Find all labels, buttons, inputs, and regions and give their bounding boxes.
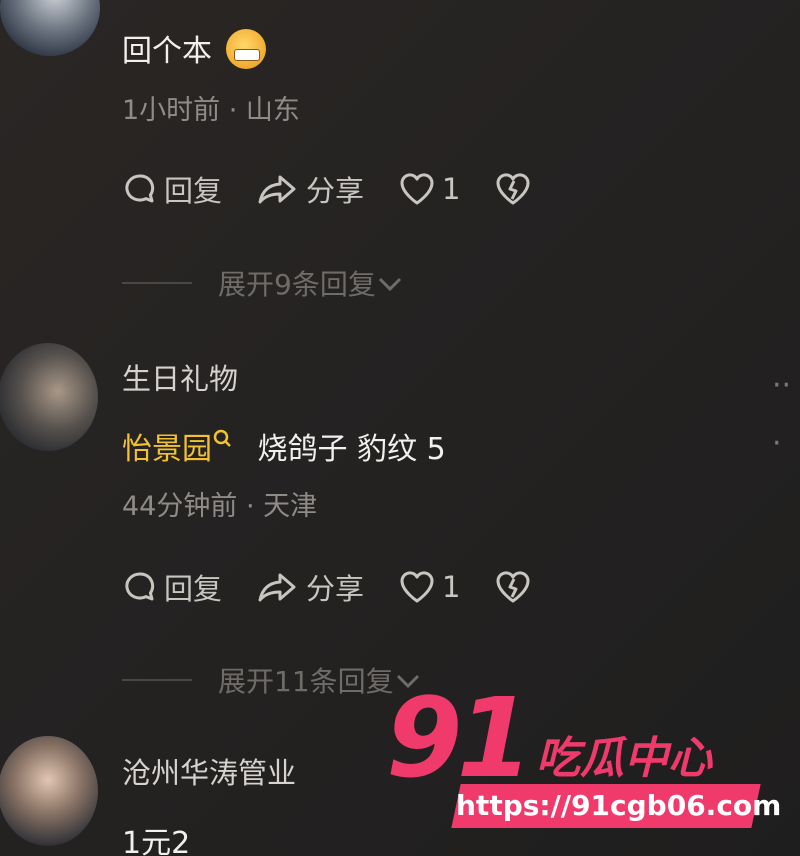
like-count: 1 xyxy=(442,570,461,604)
watermark-url-badge: https://91cgb06.com xyxy=(451,784,782,828)
comment-body: 怡景园 烧鸽子 豹纹 5 xyxy=(122,424,446,468)
comment-actions: 回复 分享 1 xyxy=(122,168,572,210)
share-button[interactable]: 分享 xyxy=(256,566,364,608)
watermark-number: 91 xyxy=(386,674,533,802)
avatar[interactable] xyxy=(0,736,98,846)
comment-bubble-icon xyxy=(125,174,155,203)
mention-link[interactable]: 怡景园 xyxy=(122,432,212,467)
watermark-text: 吃瓜中心 xyxy=(536,733,712,784)
dislike-button[interactable] xyxy=(494,569,538,605)
comment-meta: 44分钟前 · 天津 xyxy=(122,491,318,522)
comment-meta: 1小时前 · 山东 xyxy=(122,95,300,126)
share-arrow-icon xyxy=(258,175,296,204)
divider-line xyxy=(122,679,192,681)
expand-replies-button[interactable]: 展开9条回复 xyxy=(122,263,404,303)
comment-bubble-icon xyxy=(125,572,155,601)
watermark-logo: 91 吃瓜中心 https://91cgb06.com xyxy=(386,674,782,838)
avatar[interactable] xyxy=(0,0,100,56)
grin-emoji-icon xyxy=(226,28,266,69)
expand-replies-button[interactable]: 展开11条回复 xyxy=(122,660,422,700)
comment-body: 回个本 xyxy=(122,26,266,73)
dislike-button[interactable] xyxy=(494,171,538,207)
reply-button[interactable]: 回复 xyxy=(122,566,222,608)
more-dot-icon[interactable]: · xyxy=(772,426,782,461)
comment-body: 1元2 xyxy=(122,826,191,856)
search-icon xyxy=(213,429,231,447)
chevron-down-icon xyxy=(378,277,401,292)
comment-author[interactable]: 生日礼物 xyxy=(122,356,238,398)
broken-heart-icon xyxy=(496,173,530,205)
avatar[interactable] xyxy=(0,343,98,451)
like-count: 1 xyxy=(442,172,461,206)
share-arrow-icon xyxy=(258,573,296,602)
share-button[interactable]: 分享 xyxy=(256,168,364,210)
more-dots-icon[interactable]: ·· xyxy=(772,368,791,403)
broken-heart-icon xyxy=(496,571,530,603)
heart-icon xyxy=(400,173,434,205)
divider-line xyxy=(122,282,192,284)
comment-author[interactable]: 沧州华涛管业 xyxy=(122,750,296,792)
like-button[interactable]: 1 xyxy=(398,171,460,207)
heart-icon xyxy=(400,571,434,603)
watermark-url: https://91cgb06.com xyxy=(456,789,782,822)
comment-actions: 回复 分享 1 xyxy=(122,566,572,608)
reply-button[interactable]: 回复 xyxy=(122,168,222,210)
like-button[interactable]: 1 xyxy=(398,569,460,605)
